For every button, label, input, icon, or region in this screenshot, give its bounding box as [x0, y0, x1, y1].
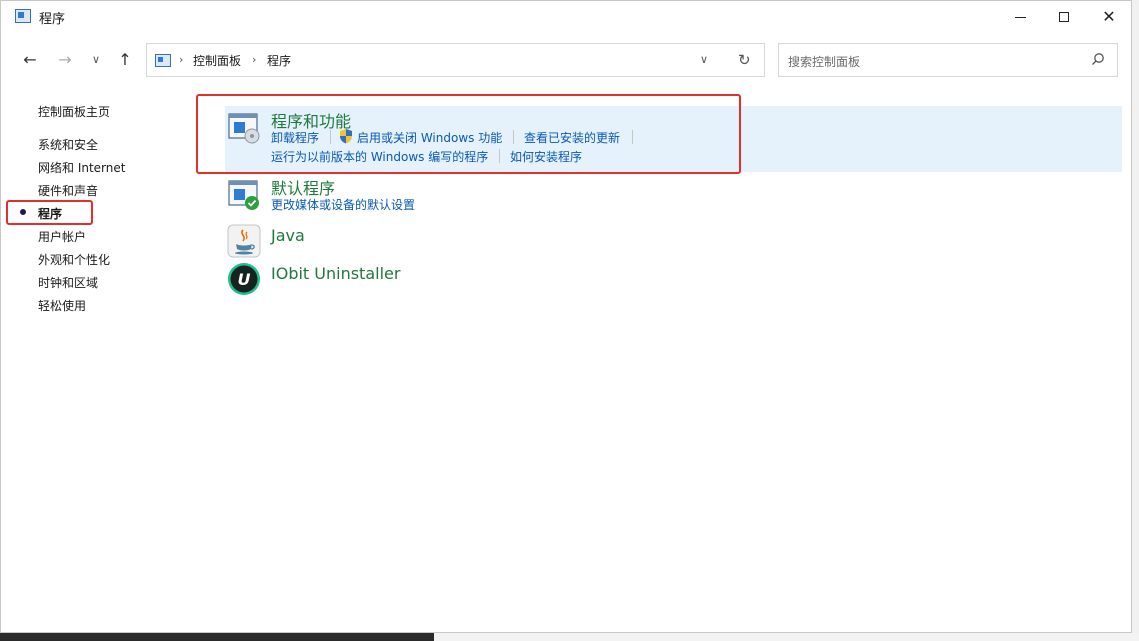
- svg-text:U: U: [238, 270, 251, 289]
- arrow-left-icon: ←: [23, 50, 36, 69]
- search-input[interactable]: 搜索控制面板: [788, 53, 860, 70]
- breadcrumb-programs[interactable]: 程序: [267, 52, 291, 69]
- control-panel-icon: [15, 9, 31, 23]
- sidebar-item-clock-region[interactable]: 时钟和区域: [38, 274, 98, 291]
- breadcrumb-separator-icon[interactable]: ›: [252, 53, 256, 66]
- address-bar[interactable]: › 控制面板 › 程序 ∨ ↻: [146, 43, 765, 77]
- navigation-bar: ← → ∨ ↑ › 控制面板 › 程序 ∨ ↻ 搜索控制面板: [1, 43, 1131, 77]
- minimize-icon: [1015, 17, 1026, 18]
- back-button[interactable]: ←: [19, 48, 41, 70]
- forward-button[interactable]: →: [54, 48, 76, 70]
- close-icon: ✕: [1102, 9, 1115, 25]
- category-title-java[interactable]: Java: [271, 226, 305, 245]
- link-change-media-defaults[interactable]: 更改媒体或设备的默认设置: [271, 196, 415, 213]
- window-title: 程序: [39, 8, 65, 27]
- up-button[interactable]: ↑: [114, 48, 136, 70]
- breadcrumb-control-panel[interactable]: 控制面板: [193, 52, 241, 69]
- search-box[interactable]: 搜索控制面板: [778, 43, 1118, 77]
- minimize-button[interactable]: [997, 1, 1043, 33]
- annotation-highlight-box: [6, 200, 93, 225]
- control-panel-icon: [155, 54, 171, 67]
- title-bar: 程序 ✕: [1, 1, 1131, 33]
- category-title-iobit-uninstaller[interactable]: IObit Uninstaller: [271, 264, 400, 283]
- sidebar-item-ease-of-access[interactable]: 轻松使用: [38, 297, 86, 314]
- background-desktop-strip: [1132, 0, 1139, 641]
- sidebar-home-link[interactable]: 控制面板主页: [38, 103, 110, 120]
- sidebar-item-user-accounts[interactable]: 用户帐户: [38, 228, 86, 245]
- close-button[interactable]: ✕: [1086, 1, 1132, 33]
- arrow-right-icon: →: [58, 50, 71, 69]
- iobit-uninstaller-icon[interactable]: U: [227, 262, 261, 296]
- control-panel-window: 程序 ✕ ← → ∨ ↑ › 控制面板 › 程序 ∨ ↻ 搜索控制面板 控制面板…: [0, 0, 1132, 633]
- address-dropdown-icon[interactable]: ∨: [700, 53, 708, 66]
- sidebar-item-system-security[interactable]: 系统和安全: [38, 136, 98, 153]
- sidebar-item-network[interactable]: 网络和 Internet: [38, 159, 125, 176]
- arrow-up-icon: ↑: [118, 50, 131, 69]
- maximize-icon: [1059, 12, 1069, 22]
- chevron-down-icon: ∨: [92, 53, 100, 66]
- sidebar-item-hardware-sound[interactable]: 硬件和声音: [38, 182, 98, 199]
- recent-locations-button[interactable]: ∨: [85, 48, 107, 70]
- annotation-highlight-box: [196, 94, 741, 174]
- default-programs-icon[interactable]: [227, 178, 261, 212]
- breadcrumb-separator-icon[interactable]: ›: [179, 53, 183, 66]
- search-icon[interactable]: [1091, 52, 1105, 66]
- refresh-icon[interactable]: ↻: [738, 51, 751, 69]
- sidebar-item-appearance[interactable]: 外观和个性化: [38, 251, 110, 268]
- java-icon[interactable]: [227, 224, 261, 258]
- background-window-edge: [434, 633, 1139, 641]
- maximize-button[interactable]: [1041, 1, 1087, 33]
